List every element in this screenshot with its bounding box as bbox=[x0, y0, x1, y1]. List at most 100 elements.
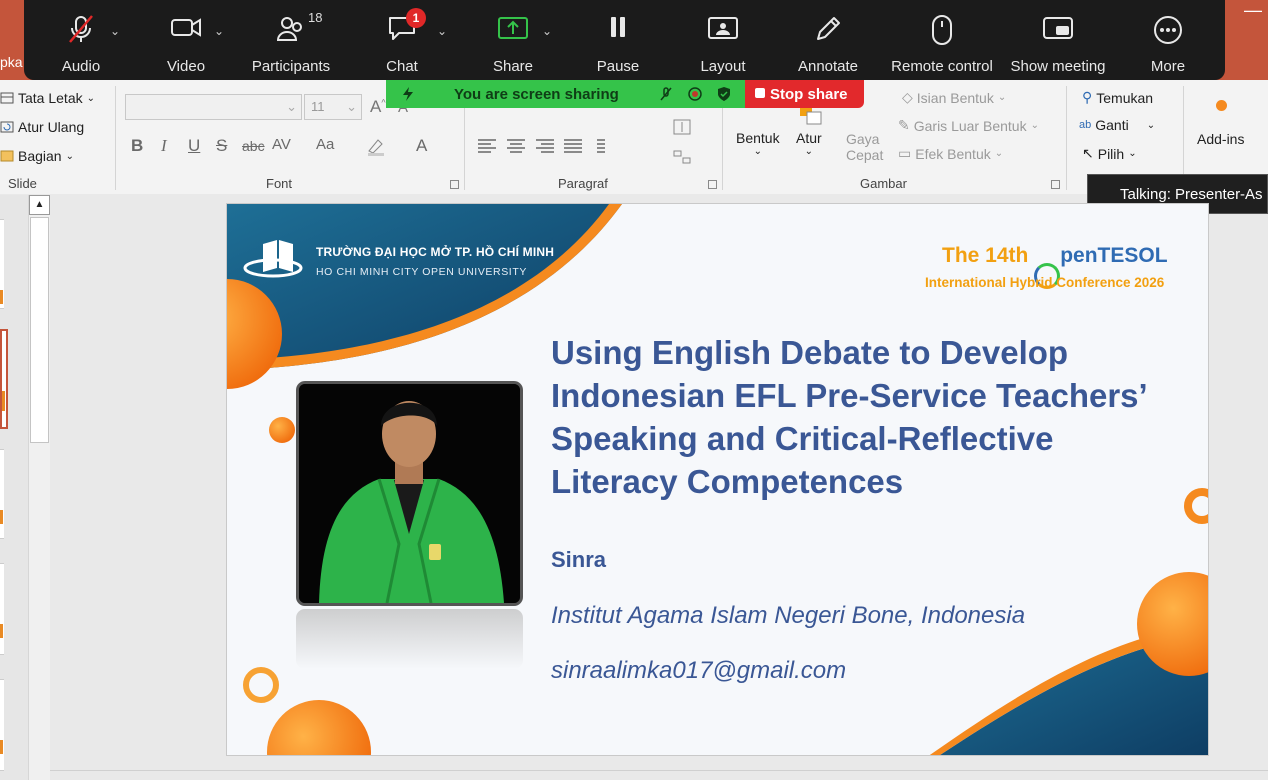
font-size-input[interactable]: 11 ⌄ bbox=[304, 94, 362, 120]
layout-icon bbox=[0, 92, 14, 104]
video-button[interactable]: Video bbox=[162, 0, 210, 80]
paint-bucket-icon: ◇ bbox=[902, 89, 913, 105]
shapes-label: Bentuk bbox=[736, 130, 780, 146]
pause-label: Pause bbox=[596, 58, 640, 75]
font-dialog-launcher[interactable] bbox=[450, 180, 459, 189]
layout-view-button[interactable]: Layout bbox=[696, 0, 750, 80]
video-options-chevron-icon[interactable]: ⌄ bbox=[214, 24, 224, 38]
microphone-muted-icon bbox=[69, 15, 93, 43]
presenter-portrait bbox=[299, 384, 520, 603]
change-case-button[interactable]: Aa bbox=[316, 136, 334, 153]
replace-button[interactable]: ab Ganti ⌄ bbox=[1079, 117, 1155, 133]
slide-group-label: Slide bbox=[8, 176, 37, 191]
pencil-icon bbox=[817, 17, 840, 40]
share-screen-button[interactable]: Share bbox=[487, 0, 539, 80]
window-title-fragment: pka bbox=[0, 54, 23, 70]
select-label: Pilih bbox=[1097, 145, 1125, 162]
addins-label: Add-ins bbox=[1197, 131, 1245, 147]
paragraph-dialog-launcher[interactable] bbox=[708, 180, 717, 189]
video-camera-icon bbox=[171, 18, 201, 37]
mic-muted-small-icon[interactable] bbox=[658, 86, 674, 102]
scrollbar-thumb[interactable] bbox=[30, 217, 49, 443]
chevron-down-icon: ⌄ bbox=[286, 99, 297, 114]
shapes-button[interactable]: Bentuk ⌄ bbox=[736, 130, 780, 157]
section-icon bbox=[0, 150, 14, 162]
stop-share-button[interactable]: Stop share bbox=[745, 80, 864, 108]
replace-label: Ganti bbox=[1095, 117, 1129, 133]
shape-fill-button[interactable]: ◇ Isian Bentuk ⌄ bbox=[902, 89, 1006, 106]
scroll-up-arrow-icon[interactable]: ▲ bbox=[29, 195, 50, 215]
shape-fill-label: Isian Bentuk bbox=[916, 89, 994, 106]
slide-thumbnail[interactable] bbox=[0, 219, 4, 309]
slide-thumbnail-selected[interactable] bbox=[0, 329, 8, 429]
font-name-input[interactable]: ⌄ bbox=[125, 94, 302, 120]
shape-effects-label: Efek Bentuk bbox=[915, 145, 991, 162]
audio-button[interactable]: Audio bbox=[54, 0, 108, 80]
share-options-chevron-icon[interactable]: ⌄ bbox=[542, 24, 552, 38]
text-direction-icon[interactable] bbox=[672, 118, 692, 136]
shadow-text-button[interactable]: abc bbox=[242, 138, 265, 154]
bold-button[interactable]: B bbox=[131, 136, 143, 156]
find-button[interactable]: ⚲ Temukan bbox=[1082, 89, 1153, 106]
remote-control-button[interactable]: Remote control bbox=[886, 0, 998, 80]
underline-button[interactable]: U bbox=[188, 136, 200, 156]
columns-icon[interactable] bbox=[597, 139, 615, 153]
quick-styles-button[interactable]: Gaya Cepat bbox=[846, 131, 883, 163]
strikethrough-button[interactable]: S bbox=[216, 136, 227, 156]
select-button[interactable]: ↖ Pilih ⌄ bbox=[1082, 145, 1137, 162]
align-left-icon[interactable] bbox=[478, 139, 496, 153]
record-icon[interactable] bbox=[687, 86, 703, 102]
cursor-icon: ↖ bbox=[1082, 145, 1094, 161]
chat-options-chevron-icon[interactable]: ⌄ bbox=[437, 24, 447, 38]
highlight-icon[interactable] bbox=[366, 136, 388, 156]
arrange-button[interactable]: Atur ⌄ bbox=[796, 130, 822, 157]
more-label: More bbox=[1150, 58, 1186, 75]
mouse-icon bbox=[932, 15, 952, 45]
layout-button[interactable]: Tata Letak ⌄ bbox=[0, 90, 95, 106]
shape-effects-button[interactable]: ▭ Efek Bentuk ⌄ bbox=[898, 145, 1003, 162]
align-right-icon[interactable] bbox=[536, 139, 554, 153]
annotate-button[interactable]: Annotate bbox=[794, 0, 862, 80]
quick-styles-label-a: Gaya bbox=[846, 131, 880, 147]
slide-thumbnail[interactable] bbox=[0, 679, 4, 771]
presenter-photo bbox=[296, 381, 523, 606]
justify-icon[interactable] bbox=[564, 139, 582, 153]
show-meeting-button[interactable]: Show meeting bbox=[1006, 0, 1110, 80]
find-label: Temukan bbox=[1096, 89, 1154, 106]
grow-font-button[interactable]: A^ bbox=[370, 97, 386, 117]
more-button[interactable]: More bbox=[1144, 0, 1192, 80]
shape-outline-button[interactable]: ✎ Garis Luar Bentuk ⌄ bbox=[898, 117, 1039, 134]
slide-canvas[interactable]: TRƯỜNG ĐẠI HỌC MỞ TP. HỒ CHÍ MINH HO CHI… bbox=[226, 203, 1209, 756]
drawing-dialog-launcher[interactable] bbox=[1051, 180, 1060, 189]
smartart-icon[interactable] bbox=[672, 148, 692, 166]
minimize-button[interactable]: — bbox=[1244, 0, 1262, 21]
remote-control-label: Remote control bbox=[891, 58, 993, 75]
thumbnail-scrollbar[interactable]: ▲ bbox=[28, 195, 50, 780]
security-shield-icon[interactable] bbox=[716, 86, 732, 102]
section-button[interactable]: Bagian ⌄ bbox=[0, 148, 74, 164]
drawing-group-label: Gambar bbox=[860, 176, 907, 191]
participants-icon bbox=[276, 17, 302, 41]
align-center-icon[interactable] bbox=[507, 139, 525, 153]
char-spacing-button[interactable]: AV bbox=[272, 136, 291, 153]
slide-thumbnail[interactable] bbox=[0, 563, 4, 655]
layout-icon bbox=[708, 17, 738, 39]
reset-label: Atur Ulang bbox=[18, 119, 85, 135]
addins-button[interactable]: Add-ins bbox=[1197, 131, 1244, 147]
layout-label: Layout bbox=[700, 58, 746, 75]
conference-prefix: The 14th bbox=[942, 244, 1035, 267]
pause-share-button[interactable]: Pause bbox=[594, 0, 642, 80]
zoom-meeting-toolbar: Audio ⌄ Video ⌄ Participants 18 Chat 1 ⌄ bbox=[24, 0, 1225, 80]
italic-button[interactable]: I bbox=[161, 136, 167, 156]
audio-options-chevron-icon[interactable]: ⌄ bbox=[110, 24, 120, 38]
slide-title: Using English Debate to Develop Indonesi… bbox=[551, 334, 1146, 500]
reset-button[interactable]: Atur Ulang bbox=[0, 119, 84, 135]
audio-label: Audio bbox=[61, 58, 101, 75]
quick-styles-label-b: Cepat bbox=[846, 147, 884, 163]
stop-share-label: Stop share bbox=[770, 86, 848, 103]
search-icon: ⚲ bbox=[1082, 89, 1093, 105]
font-color-button[interactable]: A bbox=[416, 136, 427, 156]
group-divider bbox=[1066, 86, 1067, 190]
layout-label: Tata Letak bbox=[18, 90, 83, 106]
slide-thumbnail[interactable] bbox=[0, 449, 4, 539]
